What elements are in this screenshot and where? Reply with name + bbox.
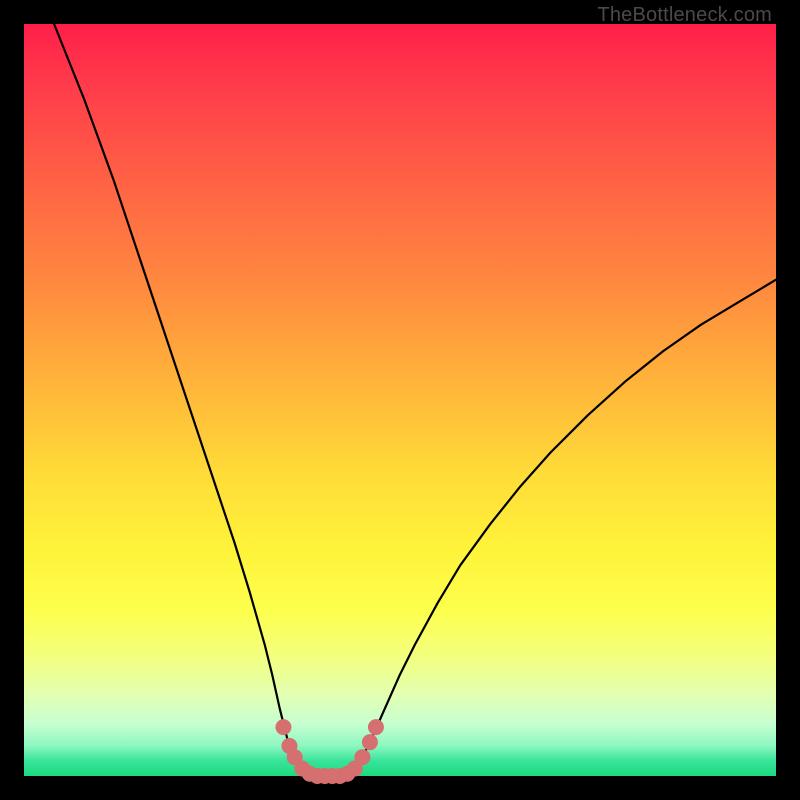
highlight-dot — [355, 750, 370, 765]
highlight-markers — [276, 720, 384, 784]
plot-area — [24, 24, 776, 776]
curve-svg — [24, 24, 776, 776]
highlight-dot — [362, 735, 377, 750]
highlight-dot — [368, 720, 383, 735]
watermark-text: TheBottleneck.com — [597, 4, 772, 27]
highlight-dot — [276, 720, 291, 735]
chart-frame: TheBottleneck.com — [0, 0, 800, 800]
bottleneck-curve — [54, 24, 776, 776]
